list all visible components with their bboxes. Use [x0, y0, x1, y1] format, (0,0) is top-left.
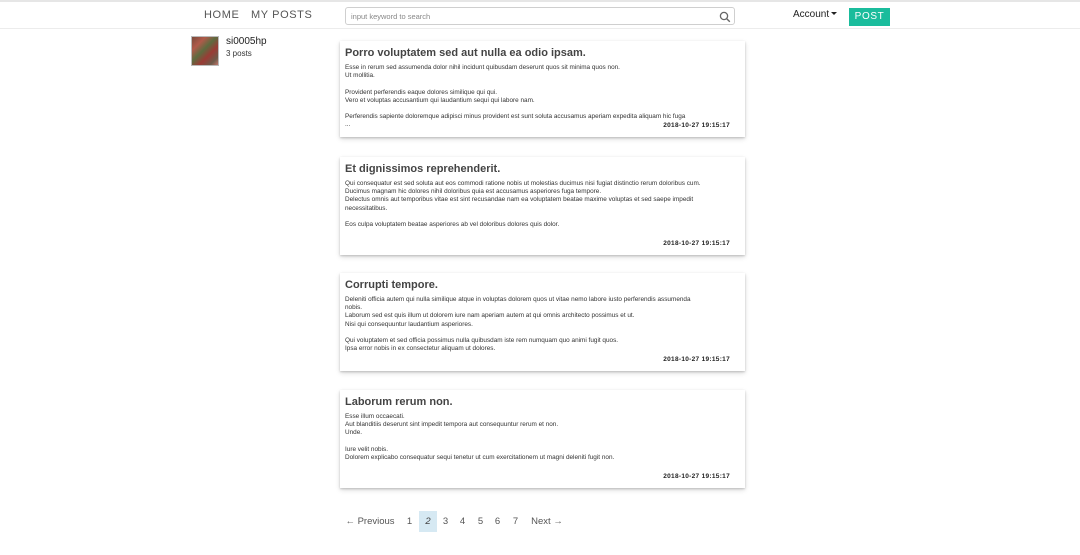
excerpt-line: [345, 438, 737, 446]
excerpt-line: [345, 329, 737, 337]
account-label: Account: [793, 9, 830, 20]
post-card[interactable]: Et dignissimos reprehenderit. Qui conseq…: [340, 157, 745, 255]
page-link-3[interactable]: 3: [440, 511, 451, 532]
search-icon[interactable]: [719, 10, 731, 23]
nav-home-link[interactable]: HOME: [204, 9, 239, 21]
next-page-link[interactable]: Next →: [528, 511, 566, 532]
previous-page-link[interactable]: ← Previous: [341, 511, 399, 532]
post-button[interactable]: POST: [849, 8, 890, 26]
excerpt-line: [345, 105, 737, 113]
post-card[interactable]: Laborum rerum non. Esse illum occaecati.…: [340, 390, 745, 488]
excerpt-line: Provident perferendis eaque dolores simi…: [345, 88, 498, 96]
excerpt-line: Qui consequatur est sed soluta aut eos c…: [345, 180, 701, 187]
post-title[interactable]: Porro voluptatem sed aut nulla ea odio i…: [345, 47, 586, 59]
post-card[interactable]: Corrupti tempore. Deleniti officia autem…: [340, 273, 745, 371]
page-link-4[interactable]: 4: [457, 511, 468, 532]
post-date: 2018-10-27 19:15:17: [663, 240, 730, 247]
excerpt-line: Unde.: [345, 429, 363, 437]
page-link-1[interactable]: 1: [404, 511, 415, 532]
excerpt-line: Esse in rerum sed assumenda dolor nihil …: [345, 64, 620, 71]
page-link-7[interactable]: 7: [510, 511, 521, 532]
excerpt-line: Ducimus magnam hic dolores nihil dolorib…: [345, 188, 602, 196]
page-link-2-current[interactable]: 2: [419, 511, 437, 532]
post-title[interactable]: Laborum rerum non.: [345, 396, 453, 408]
excerpt-line: Iure velit nobis.: [345, 445, 388, 453]
excerpt-line: Esse illum occaecati.: [345, 413, 405, 420]
excerpt-line: Ut mollitia.: [345, 72, 375, 80]
excerpt-line: Delectus omnis aut temporibus vitae est …: [345, 196, 694, 204]
excerpt-line: necessitatibus.: [345, 204, 388, 212]
nav-my-posts-link[interactable]: MY POSTS: [251, 9, 312, 21]
post-excerpt: Esse in rerum sed assumenda dolor nihil …: [345, 64, 737, 130]
post-date: 2018-10-27 19:15:17: [663, 122, 730, 129]
excerpt-line: Perferendis sapiente doloremque adipisci…: [345, 113, 686, 121]
excerpt-line: Deleniti officia autem qui nulla similiq…: [345, 296, 691, 303]
excerpt-line: Eos culpa voluptatem beatae asperiores a…: [345, 221, 560, 228]
page-link-5[interactable]: 5: [475, 511, 486, 532]
post-count: 3 posts: [226, 49, 252, 58]
post-card[interactable]: Porro voluptatem sed aut nulla ea odio i…: [340, 41, 745, 137]
post-excerpt: Esse illum occaecati. Aut blanditiis des…: [345, 413, 737, 462]
excerpt-line: [345, 80, 737, 88]
excerpt-line: Dolorem explicabo consequatur sequi tene…: [345, 454, 615, 461]
search-input[interactable]: [346, 8, 716, 24]
post-date: 2018-10-27 19:15:17: [663, 473, 730, 480]
username[interactable]: si0005hp: [226, 36, 267, 47]
account-menu[interactable]: Account: [793, 9, 838, 20]
excerpt-line: Vero et voluptas accusantium qui laudant…: [345, 96, 535, 104]
post-excerpt: Deleniti officia autem qui nulla similiq…: [345, 296, 737, 353]
excerpt-line: [345, 213, 737, 221]
navbar: HOME MY POSTS Account POST: [0, 2, 1080, 29]
post-title[interactable]: Corrupti tempore.: [345, 279, 438, 291]
excerpt-line: Aut blanditiis deserunt sint impedit tem…: [345, 421, 559, 429]
page-link-6[interactable]: 6: [492, 511, 503, 532]
excerpt-line: nobis.: [345, 304, 363, 312]
excerpt-line: Qui voluptatem et sed officia possimus n…: [345, 337, 619, 344]
post-title[interactable]: Et dignissimos reprehenderit.: [345, 163, 500, 175]
search-box: [345, 7, 735, 25]
post-date: 2018-10-27 19:15:17: [663, 356, 730, 363]
post-excerpt: Qui consequatur est sed soluta aut eos c…: [345, 180, 737, 229]
excerpt-line: Nisi qui consequuntur laudantium asperio…: [345, 320, 473, 328]
excerpt-line: Ipsa error nobis in ex consectetur aliqu…: [345, 345, 496, 353]
avatar[interactable]: [191, 36, 219, 66]
excerpt-line: Laborum sed est quis illum ut dolorem iu…: [345, 312, 635, 320]
caret-down-icon: [831, 12, 838, 15]
